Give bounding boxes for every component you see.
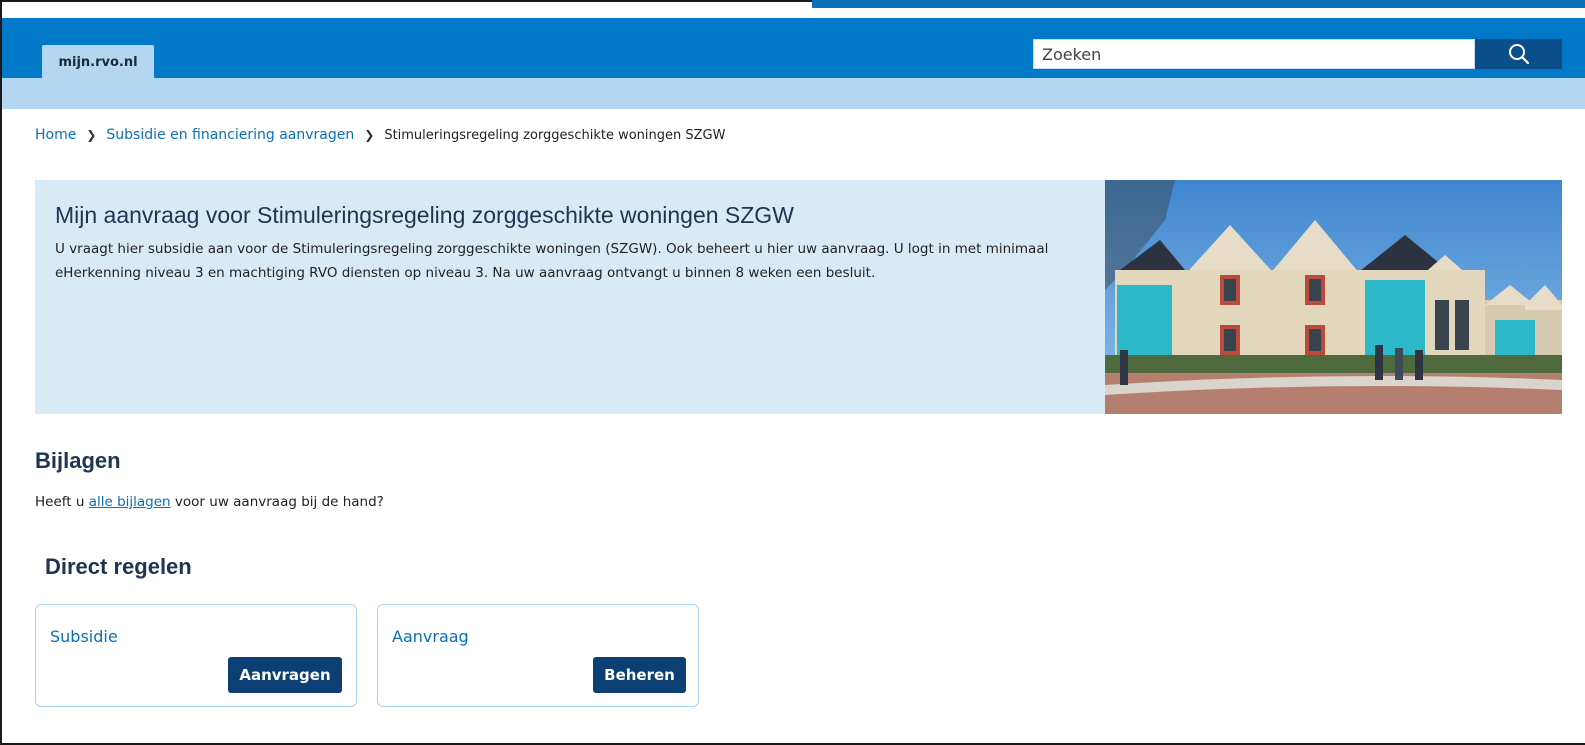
subsidie-card-title: Subsidie bbox=[50, 627, 118, 646]
breadcrumb: Home ❯ Subsidie en financiering aanvrage… bbox=[35, 127, 725, 143]
search-button[interactable] bbox=[1475, 39, 1562, 69]
hero-description: U vraagt hier subsidie aan voor de Stimu… bbox=[55, 241, 1049, 281]
aanvragen-button[interactable]: Aanvragen bbox=[228, 657, 342, 693]
bijlagen-text: Heeft u alle bijlagen voor uw aanvraag b… bbox=[35, 494, 384, 510]
direct-regelen-heading: Direct regelen bbox=[45, 554, 192, 579]
search-icon bbox=[1508, 44, 1529, 65]
top-edge-strip bbox=[812, 0, 1585, 8]
chevron-right-icon: ❯ bbox=[364, 128, 375, 142]
page-title: Mijn aanvraag voor Stimuleringsregeling … bbox=[55, 202, 794, 228]
subsidie-card: Subsidie Aanvragen bbox=[35, 604, 357, 707]
bijlagen-text-after: voor uw aanvraag bij de hand? bbox=[170, 494, 384, 510]
bijlagen-heading: Bijlagen bbox=[35, 448, 121, 473]
search-input[interactable] bbox=[1033, 39, 1475, 69]
bijlagen-text-before: Heeft u bbox=[35, 494, 89, 510]
site-tab[interactable]: mijn.rvo.nl bbox=[42, 45, 154, 79]
aanvraag-card-title: Aanvraag bbox=[392, 627, 469, 646]
hero-panel: Mijn aanvraag voor Stimuleringsregeling … bbox=[35, 180, 1105, 414]
header-sub-bar bbox=[2, 78, 1585, 109]
breadcrumb-home[interactable]: Home bbox=[35, 127, 76, 143]
beheren-button[interactable]: Beheren bbox=[593, 657, 686, 693]
breadcrumb-current: Stimuleringsregeling zorggeschikte wonin… bbox=[384, 127, 726, 143]
hero-image bbox=[1105, 180, 1562, 414]
building-photo bbox=[1105, 180, 1562, 414]
chevron-right-icon: ❯ bbox=[86, 128, 97, 142]
aanvraag-card: Aanvraag Beheren bbox=[377, 604, 699, 707]
breadcrumb-subsidie[interactable]: Subsidie en financiering aanvragen bbox=[106, 127, 354, 143]
alle-bijlagen-link[interactable]: alle bijlagen bbox=[89, 494, 171, 510]
